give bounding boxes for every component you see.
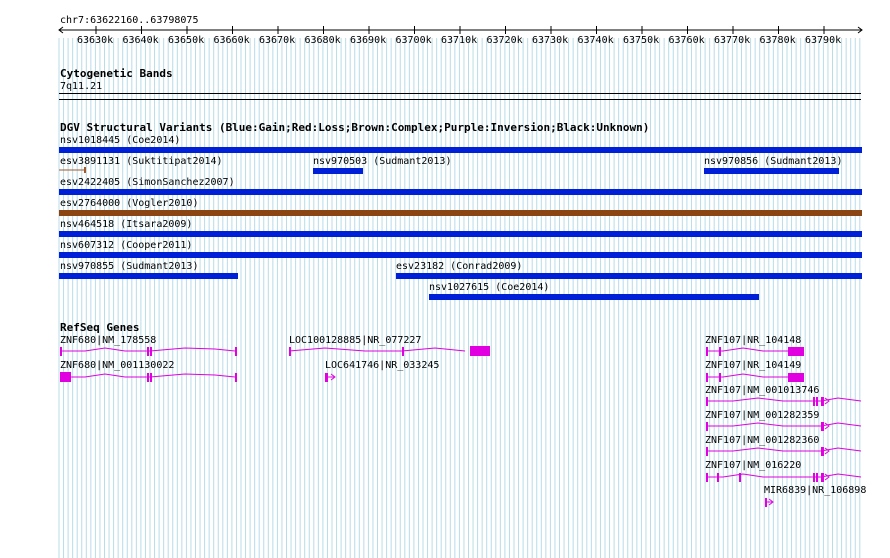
variant-label[interactable]: esv2764000 (Vogler2010) <box>60 198 198 209</box>
ruler-tick-label: 63630k <box>77 35 114 46</box>
variant-label[interactable]: nsv970856 (Sudmant2013) <box>704 156 842 167</box>
gene-model[interactable] <box>703 394 863 408</box>
ruler-tick-label: 63790k <box>805 35 842 46</box>
ruler-tick-label: 63770k <box>714 35 751 46</box>
gene-model[interactable] <box>703 444 863 458</box>
variant-label[interactable]: nsv1027615 (Coe2014) <box>429 282 549 293</box>
gene-label[interactable]: ZNF107|NM_016220 <box>705 460 801 471</box>
ruler-tick-label: 63720k <box>486 35 523 46</box>
variant-bar-gain[interactable] <box>59 273 238 279</box>
variant-label[interactable]: esv23182 (Conrad2009) <box>396 261 522 272</box>
cytoband-track-title: Cytogenetic Bands <box>60 67 173 80</box>
ruler-tick-label: 63700k <box>395 35 432 46</box>
gene-model[interactable] <box>703 470 863 484</box>
ruler-tick-label: 63740k <box>577 35 614 46</box>
gene-label[interactable]: ZNF107|NR_104149 <box>705 360 801 371</box>
variant-label[interactable]: nsv970855 (Sudmant2013) <box>60 261 198 272</box>
ruler-tick-label: 63730k <box>532 35 569 46</box>
ruler-tick-label: 63650k <box>168 35 205 46</box>
variant-bar-gain[interactable] <box>704 168 839 174</box>
ruler-tick-label: 63780k <box>759 35 796 46</box>
ruler-tick-label: 63640k <box>122 35 159 46</box>
gene-model[interactable] <box>285 344 495 358</box>
variant-bar-gain[interactable] <box>313 168 363 174</box>
gene-model[interactable] <box>55 370 245 384</box>
variant-bar-gain[interactable] <box>429 294 759 300</box>
gene-label[interactable]: LOC641746|NR_033245 <box>325 360 439 371</box>
gene-model[interactable] <box>322 370 342 384</box>
variant-label[interactable]: nsv607312 (Cooper2011) <box>60 240 192 251</box>
position-range-label: chr7:63622160..63798075 <box>60 15 199 26</box>
gene-model[interactable] <box>703 344 813 358</box>
ruler-tick-label: 63750k <box>623 35 660 46</box>
variant-bar-complex-small[interactable] <box>59 166 89 174</box>
gene-label[interactable]: ZNF680|NM_178558 <box>60 335 156 346</box>
variant-bar-gain[interactable] <box>59 147 862 153</box>
variant-bar-gain[interactable] <box>396 273 862 279</box>
gene-model[interactable] <box>703 419 863 433</box>
variant-bar-gain[interactable] <box>59 189 862 195</box>
variant-label[interactable]: esv3891131 (Suktitipat2014) <box>60 156 223 167</box>
gene-label[interactable]: MIR6839|NR_106898 <box>764 485 866 496</box>
variant-label[interactable]: nsv1018445 (Coe2014) <box>60 135 180 146</box>
gene-label[interactable]: LOC100128885|NR_077227 <box>289 335 421 346</box>
refseq-track-title: RefSeq Genes <box>60 321 140 334</box>
variant-bar-complex[interactable] <box>59 210 862 216</box>
gene-model[interactable] <box>55 344 245 358</box>
gene-label[interactable]: ZNF107|NR_104148 <box>705 335 801 346</box>
gene-label[interactable]: ZNF107|NM_001013746 <box>705 385 819 396</box>
cytoband-separator-top <box>59 93 861 94</box>
gene-label[interactable]: ZNF680|NM_001130022 <box>60 360 174 371</box>
dgv-track-title: DGV Structural Variants (Blue:Gain;Red:L… <box>60 121 650 134</box>
variant-bar-gain[interactable] <box>59 231 862 237</box>
gene-model[interactable] <box>703 370 813 384</box>
cytoband-label[interactable]: 7q11.21 <box>60 81 102 92</box>
ruler-tick-label: 63690k <box>350 35 387 46</box>
gene-label[interactable]: ZNF107|NM_001282359 <box>705 410 819 421</box>
gene-model[interactable] <box>762 495 782 509</box>
variant-label[interactable]: nsv464518 (Itsara2009) <box>60 219 192 230</box>
variant-bar-gain[interactable] <box>59 252 862 258</box>
variant-label[interactable]: esv2422405 (SimonSanchez2007) <box>60 177 235 188</box>
variant-label[interactable]: nsv970503 (Sudmant2013) <box>313 156 451 167</box>
gene-label[interactable]: ZNF107|NM_001282360 <box>705 435 819 446</box>
cytoband-separator-bottom <box>59 99 861 100</box>
ruler-tick-label: 63670k <box>259 35 296 46</box>
ruler-tick-label: 63680k <box>304 35 341 46</box>
ruler-tick-label: 63660k <box>213 35 250 46</box>
ruler-tick-label: 63760k <box>668 35 705 46</box>
ruler-tick-label: 63710k <box>441 35 478 46</box>
